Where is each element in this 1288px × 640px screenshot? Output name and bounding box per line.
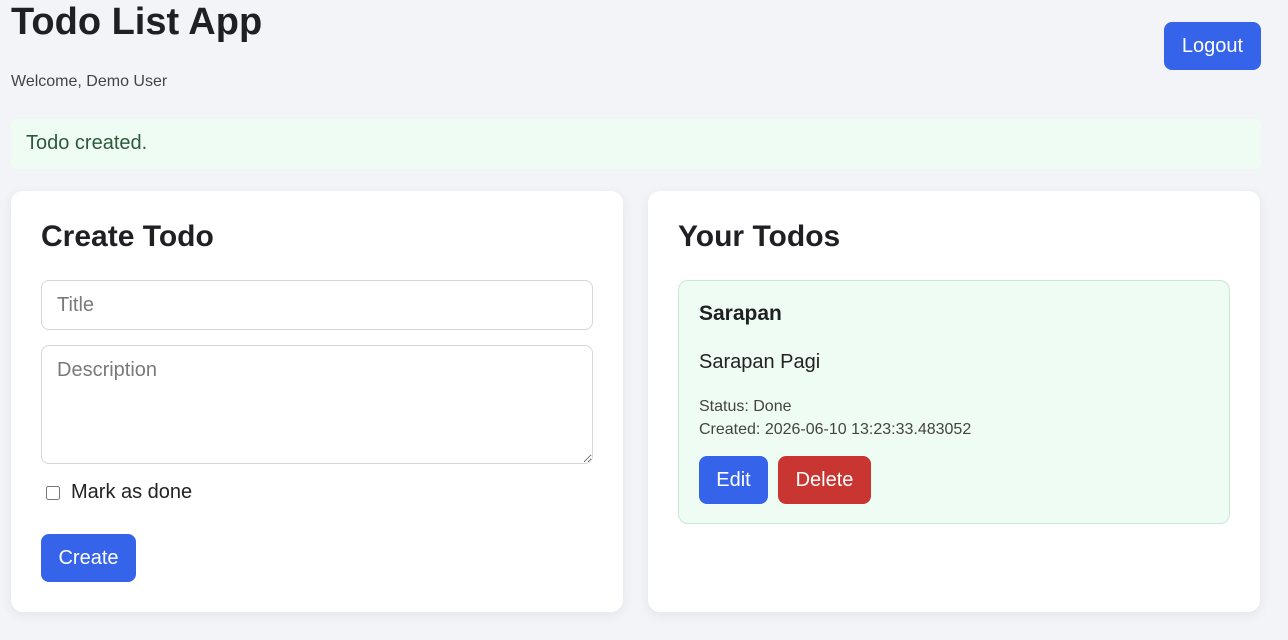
title-input[interactable] xyxy=(41,280,593,330)
todo-list-panel: Your Todos Sarapan Sarapan Pagi Status: … xyxy=(648,191,1260,612)
app-page: Todo List App Welcome, Demo User Logout … xyxy=(0,0,1288,640)
app-title: Todo List App xyxy=(11,1,263,43)
create-todo-panel: Create Todo Mark as done Create xyxy=(11,191,623,612)
create-button[interactable]: Create xyxy=(41,534,136,582)
create-todo-heading: Create Todo xyxy=(41,220,214,253)
todo-description: Sarapan Pagi xyxy=(699,351,821,373)
logout-button[interactable]: Logout xyxy=(1164,22,1261,70)
mark-done-row[interactable]: Mark as done xyxy=(46,481,192,504)
todo-created: Created: 2026-06-10 13:23:33.483052 xyxy=(699,421,972,438)
mark-done-label: Mark as done xyxy=(71,481,193,503)
mark-done-checkbox[interactable] xyxy=(46,485,60,500)
delete-todo-button[interactable]: Delete xyxy=(778,456,871,504)
welcome-text: Welcome, Demo User xyxy=(11,73,168,90)
edit-todo-button[interactable]: Edit xyxy=(699,456,768,504)
todo-status: Status: Done xyxy=(699,398,792,415)
flash-message: Todo created. xyxy=(11,119,1261,169)
todo-list-heading: Your Todos xyxy=(678,220,841,253)
todo-card: Sarapan Sarapan Pagi Status: Done Create… xyxy=(678,280,1230,524)
todo-title: Sarapan xyxy=(699,302,782,325)
description-textarea[interactable] xyxy=(41,345,593,464)
